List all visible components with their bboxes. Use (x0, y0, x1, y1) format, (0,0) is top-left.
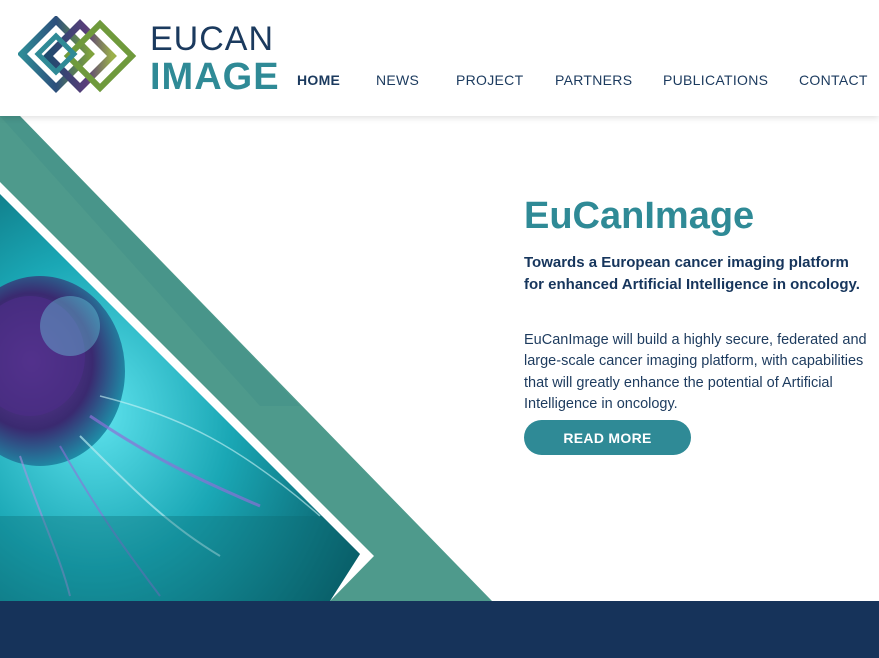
site-header: EUCAN IMAGE HOME NEWS PROJECT PARTNERS P… (0, 0, 879, 116)
hero-description: EuCanImage will build a highly secure, f… (524, 331, 867, 413)
hero-section: EuCanImage Towards a European cancer ima… (0, 116, 879, 601)
main-nav: HOME NEWS PROJECT PARTNERS PUBLICATIONS … (0, 72, 879, 92)
nav-partners[interactable]: PARTNERS (555, 72, 632, 88)
logo-line-1: EUCAN (150, 20, 275, 58)
nav-contact[interactable]: CONTACT (799, 72, 868, 88)
hero-title: EuCanImage (524, 195, 755, 238)
hero-image (0, 116, 492, 601)
nav-project[interactable]: PROJECT (456, 72, 523, 88)
hero-subtitle: Towards a European cancer imaging platfo… (524, 254, 860, 293)
nav-news[interactable]: NEWS (376, 72, 419, 88)
nav-home[interactable]: HOME (297, 72, 340, 88)
footer-band (0, 601, 879, 658)
nav-publications[interactable]: PUBLICATIONS (663, 72, 768, 88)
read-more-button[interactable]: READ MORE (524, 420, 691, 455)
